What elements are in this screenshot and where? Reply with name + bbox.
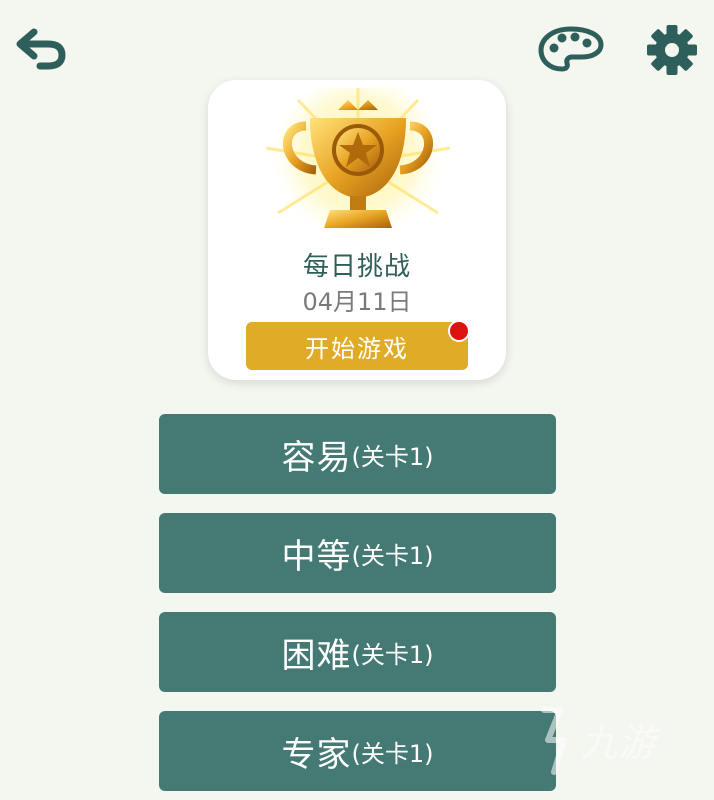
start-game-button[interactable]: 开始游戏: [246, 320, 470, 370]
level-stage: (关卡1): [351, 541, 434, 570]
back-arrow-icon[interactable]: [14, 24, 70, 72]
level-name: 困难: [281, 635, 352, 676]
level-name: 中等: [281, 536, 352, 577]
level-stage: (关卡1): [351, 640, 434, 669]
trophy-icon: [265, 88, 451, 248]
watermark-text: 九游: [580, 721, 662, 765]
watermark-logo: 九游: [541, 707, 662, 775]
level-stage: (关卡1): [351, 442, 434, 471]
level-easy-button[interactable]: 容易 (关卡1): [159, 414, 556, 494]
daily-challenge-date: 04月11日: [302, 288, 412, 316]
level-expert-button[interactable]: 专家 (关卡1): [159, 711, 556, 791]
gear-icon[interactable]: [644, 24, 700, 76]
level-medium-button[interactable]: 中等 (关卡1): [159, 513, 556, 593]
notification-dot: [448, 320, 470, 342]
level-hard-button[interactable]: 困难 (关卡1): [159, 612, 556, 692]
daily-challenge-title: 每日挑战: [302, 252, 411, 282]
start-game-label: 开始游戏: [305, 334, 409, 363]
palette-icon[interactable]: [538, 26, 604, 72]
level-name: 专家: [281, 734, 352, 775]
level-stage: (关卡1): [351, 739, 434, 768]
level-name: 容易: [281, 437, 352, 478]
daily-challenge-card: 每日挑战 04月11日 开始游戏: [208, 80, 506, 380]
